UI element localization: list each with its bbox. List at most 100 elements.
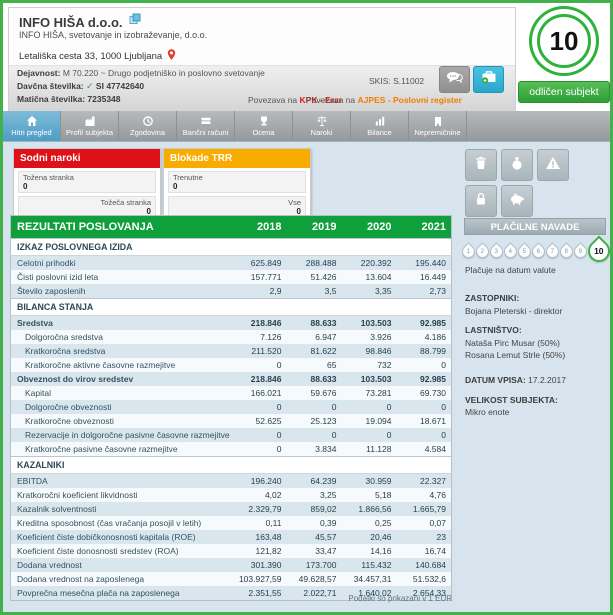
box-stat-primary: Tožena stranka0 bbox=[18, 171, 156, 193]
lastnik-item: Nataša Pirc Musar (50%) bbox=[465, 337, 565, 349]
credit-score-value: 10 bbox=[537, 14, 591, 68]
row-value: 3,25 bbox=[287, 488, 342, 502]
row-value: 859,02 bbox=[287, 502, 342, 516]
row-value: 4.584 bbox=[397, 442, 452, 457]
row-value: 2,73 bbox=[397, 284, 452, 299]
row-value: 51.426 bbox=[287, 270, 342, 284]
row-value: 0,07 bbox=[397, 516, 452, 530]
tab-profil-subjekta[interactable]: Profil subjekta bbox=[61, 111, 119, 141]
tab-label: Ocena bbox=[252, 128, 274, 137]
datum-vpisa-line: DATUM VPISA: 17.2.2017 bbox=[465, 375, 566, 385]
row-value: 218.846 bbox=[232, 372, 287, 386]
trash-icon bbox=[473, 155, 489, 176]
moneybag-icon bbox=[509, 155, 525, 176]
dejavnost-line: Dejavnost: M 70.220 ~ Drugo podjetniško … bbox=[17, 68, 265, 78]
tab-label: Zgodovina bbox=[130, 128, 165, 137]
table-row-kratkoro-ni-koeficient-likvidnosti: Kratkoročni koeficient likvidnosti4,023,… bbox=[11, 488, 452, 502]
tab-bilance[interactable]: Bilance bbox=[351, 111, 409, 141]
row-value: 625.849 bbox=[232, 256, 287, 271]
stat-label: Tožeča stranka bbox=[23, 198, 151, 207]
row-label: Kratkoročna sredstva bbox=[11, 344, 232, 358]
row-label: Kazalnik solventnosti bbox=[11, 502, 232, 516]
row-value: 0,11 bbox=[232, 516, 287, 530]
zastopniki-list: Bojana Pleterski - direktor bbox=[465, 305, 562, 317]
stat-value: 0 bbox=[173, 182, 301, 191]
maticna-line: Matična številka: 7235348 bbox=[17, 94, 121, 104]
map-pin-icon[interactable] bbox=[167, 49, 176, 64]
row-value: 166.021 bbox=[232, 386, 287, 400]
add-to-portfolio-button[interactable] bbox=[473, 66, 504, 93]
row-value: 103.503 bbox=[342, 372, 397, 386]
row-value: 0,39 bbox=[287, 516, 342, 530]
row-value: 49.628,57 bbox=[287, 572, 342, 586]
row-label: Sredstva bbox=[11, 316, 232, 331]
row-value: 14,16 bbox=[342, 544, 397, 558]
tab-zgodovina[interactable]: Zgodovina bbox=[119, 111, 177, 141]
row-value: 18.671 bbox=[397, 414, 452, 428]
drop-number: 6 bbox=[537, 248, 540, 254]
page: INFO HIŠA d.o.o. INFO HIŠA, svetovanje i… bbox=[0, 0, 613, 615]
row-value: 0 bbox=[397, 358, 452, 372]
zastopniki-label: ZASTOPNIKI: bbox=[465, 293, 519, 303]
row-value: 0 bbox=[287, 400, 342, 414]
section-row-bilanca-stanja: BILANCA STANJA bbox=[11, 299, 452, 316]
tool-button-trash[interactable] bbox=[465, 149, 497, 181]
row-value: 16,74 bbox=[397, 544, 452, 558]
tool-button-lock[interactable] bbox=[465, 185, 497, 217]
tool-button-piggybank[interactable] bbox=[501, 185, 533, 217]
skis-label: SKIS: bbox=[369, 76, 391, 86]
ajpes-link[interactable]: AJPES - Poslovni register bbox=[358, 95, 462, 105]
row-value: 4,02 bbox=[232, 488, 287, 502]
row-value: 65 bbox=[287, 358, 342, 372]
tab-ocena[interactable]: Ocena bbox=[235, 111, 293, 141]
tool-button-moneybag[interactable] bbox=[501, 149, 533, 181]
row-value: 88.633 bbox=[287, 372, 342, 386]
table-row-kratkoro-ne-obveznosti: Kratkoročne obveznosti52.62525.12319.094… bbox=[11, 414, 452, 428]
row-value: 11.128 bbox=[342, 442, 397, 457]
kpk-prefix: Povezava na bbox=[248, 95, 297, 105]
row-value: 1.665,79 bbox=[397, 502, 452, 516]
row-value: 2.329,79 bbox=[232, 502, 287, 516]
piggybank-icon bbox=[509, 191, 525, 212]
score-label-button[interactable]: odličen subjekt bbox=[518, 81, 610, 103]
tab-naroki[interactable]: Naroki bbox=[293, 111, 351, 141]
drop-number: 4 bbox=[509, 248, 512, 254]
row-value: 22.327 bbox=[397, 474, 452, 489]
row-label: Dolgoročna sredstva bbox=[11, 330, 232, 344]
row-value: 19.094 bbox=[342, 414, 397, 428]
row-value: 163,48 bbox=[232, 530, 287, 544]
row-value: 3.926 bbox=[342, 330, 397, 344]
row-value: 301.390 bbox=[232, 558, 287, 572]
table-row-dolgoro-ne-obveznosti: Dolgoročne obveznosti0000 bbox=[11, 400, 452, 414]
tab-bar: Hitri pregled Profil subjekta Zgodovina Ban… bbox=[3, 111, 610, 141]
table-row-isti-poslovni-izid-leta: Čisti poslovni izid leta157.77151.42613.… bbox=[11, 270, 452, 284]
copy-icon[interactable] bbox=[129, 13, 141, 28]
row-value: 220.392 bbox=[342, 256, 397, 271]
tab-label: Profil subjekta bbox=[66, 128, 113, 137]
row-value: 5,18 bbox=[342, 488, 397, 502]
row-label: Celotni prihodki bbox=[11, 256, 232, 271]
table-row-ebitda: EBITDA196.24064.23930.95922.327 bbox=[11, 474, 452, 489]
row-value: 25.123 bbox=[287, 414, 342, 428]
scales-icon bbox=[316, 115, 328, 127]
row-value: 196.240 bbox=[232, 474, 287, 489]
table-header-row: REZULTATI POSLOVANJA2018201920202021 bbox=[11, 216, 452, 239]
davcna-value: SI 47742640 bbox=[96, 81, 144, 91]
tool-button-warning[interactable] bbox=[537, 149, 569, 181]
payment-index-current-drop: 10 bbox=[583, 235, 613, 266]
year-header: 2019 bbox=[287, 216, 342, 239]
row-value: 59.676 bbox=[287, 386, 342, 400]
row-value: 173.700 bbox=[287, 558, 342, 572]
row-value: 92.985 bbox=[397, 372, 452, 386]
table-row-kreditna-sposobnost-as-vra-anja-posojil-v-letih: Kreditna sposobnost (čas vračanja posoji… bbox=[11, 516, 452, 530]
table-title: REZULTATI POSLOVANJA bbox=[11, 216, 232, 239]
drop-number: 7 bbox=[551, 248, 554, 254]
chat-button[interactable] bbox=[439, 66, 470, 93]
tab-nepremi-nine[interactable]: Nepremičnine bbox=[409, 111, 467, 141]
row-value: 0 bbox=[397, 400, 452, 414]
velikost-label: VELIKOST SUBJEKTA: bbox=[465, 395, 558, 405]
ajpes-line: Povezava na AJPES - Poslovni register bbox=[306, 95, 462, 105]
tab-ban-ni-ra-uni[interactable]: Bančni računi bbox=[177, 111, 235, 141]
maticna-label: Matična številka: bbox=[17, 94, 85, 104]
tab-hitri-pregled[interactable]: Hitri pregled bbox=[3, 111, 61, 141]
